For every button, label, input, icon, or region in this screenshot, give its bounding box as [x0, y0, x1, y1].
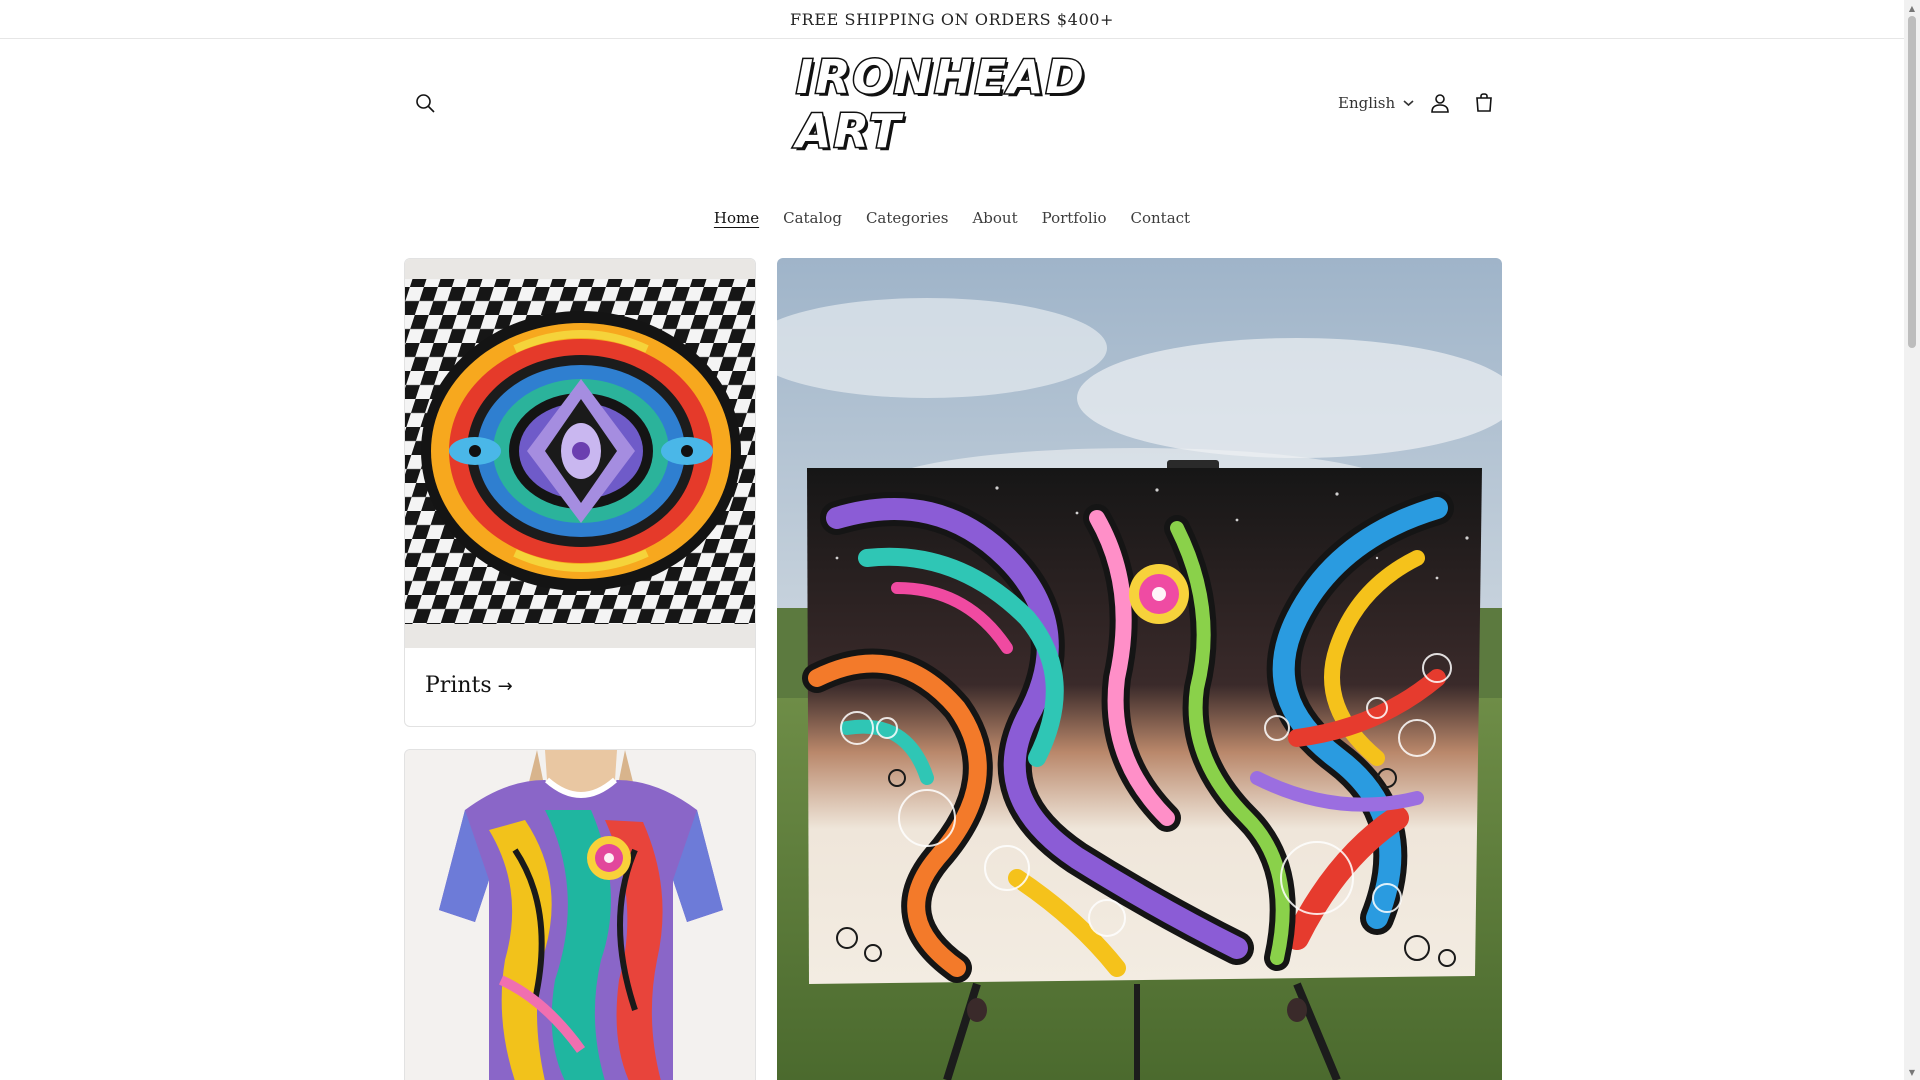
collection-card-prints[interactable]: Prints → [404, 258, 756, 727]
chevron-down-icon [1403, 100, 1414, 107]
logo-text: IRONHEAD ART [795, 49, 1086, 160]
scroll-down-icon[interactable]: ▼ [1907, 1067, 1917, 1077]
apparel-image [405, 750, 755, 1080]
scroll-up-icon[interactable]: ▲ [1907, 3, 1917, 13]
account-button[interactable] [1418, 81, 1462, 125]
language-label: English [1338, 94, 1396, 112]
announcement-bar: FREE SHIPPING ON ORDERS $400+ [0, 0, 1904, 39]
collection-card-apparel[interactable] [404, 749, 756, 1080]
announcement-text: FREE SHIPPING ON ORDERS $400+ [789, 9, 1115, 29]
search-icon [416, 94, 435, 113]
nav-item-home[interactable]: Home [702, 203, 771, 233]
scrollbar-thumb[interactable] [1908, 16, 1916, 348]
account-icon [1431, 94, 1449, 113]
featured-painting-image[interactable] [777, 258, 1502, 1080]
cart-icon [1476, 93, 1492, 112]
arrow-right-icon: → [497, 676, 513, 697]
nav-item-portfolio[interactable]: Portfolio [1030, 203, 1119, 233]
search-button[interactable] [403, 81, 447, 125]
site-logo[interactable]: IRONHEAD ART [795, 49, 1108, 160]
nav-item-contact[interactable]: Contact [1119, 203, 1203, 233]
prints-image [405, 259, 755, 648]
nav-item-catalog[interactable]: Catalog [771, 203, 854, 233]
cart-button[interactable] [1462, 81, 1506, 125]
prints-collection-link[interactable]: Prints → [425, 673, 513, 698]
language-selector[interactable]: English [1338, 87, 1414, 119]
prints-title: Prints [425, 673, 492, 698]
main-nav: Home Catalog Categories About Portfolio … [0, 203, 1904, 233]
page-scrollbar[interactable]: ▲ ▼ [1904, 0, 1920, 1080]
nav-item-about[interactable]: About [960, 203, 1029, 233]
site-header: IRONHEAD ART English Home Catalog Catego… [0, 39, 1904, 227]
nav-item-categories[interactable]: Categories [854, 203, 961, 233]
